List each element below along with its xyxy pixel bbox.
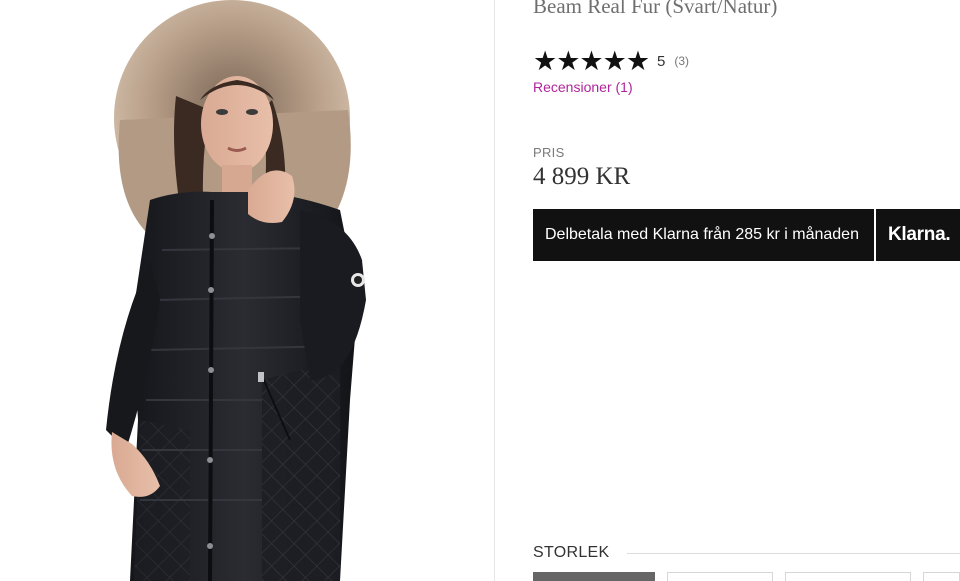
klarna-text: Delbetala med Klarna från 285 kr i månad… bbox=[545, 226, 859, 243]
product-image[interactable] bbox=[0, 0, 494, 581]
size-option-2[interactable] bbox=[667, 572, 773, 581]
product-rating: ★★★★★ 5 (3) bbox=[533, 47, 689, 75]
size-option-3[interactable] bbox=[785, 572, 911, 581]
size-option-4[interactable] bbox=[923, 572, 960, 581]
size-divider bbox=[627, 553, 960, 554]
size-option-1[interactable] bbox=[533, 572, 655, 581]
column-divider bbox=[494, 0, 495, 581]
klarna-installment-banner[interactable]: Delbetala med Klarna från 285 kr i månad… bbox=[533, 209, 960, 261]
klarna-logo: Klarna. bbox=[888, 224, 951, 245]
rating-stars: ★★★★★ bbox=[533, 46, 650, 76]
reviews-link[interactable]: Recensioner (1) bbox=[533, 79, 633, 95]
price-value: 4 899 KR bbox=[533, 163, 631, 190]
price-label: PRIS bbox=[533, 145, 565, 160]
product-photo-coat bbox=[106, 0, 366, 581]
rating-count: (3) bbox=[674, 54, 690, 68]
size-label: STORLEK bbox=[533, 544, 610, 561]
rating-value: 5 bbox=[657, 52, 666, 70]
product-title: Beam Real Fur (Svart/Natur) bbox=[533, 0, 778, 18]
